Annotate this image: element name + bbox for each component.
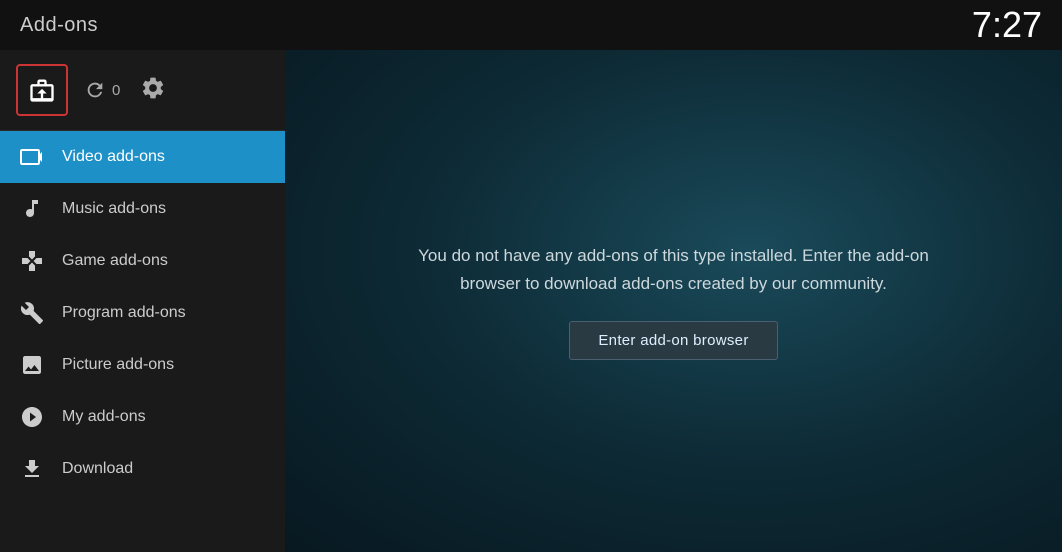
sidebar-item-label-picture: Picture add-ons <box>62 356 174 374</box>
addon-box-icon <box>28 76 56 104</box>
sidebar-item-label-music: Music add-ons <box>62 200 166 218</box>
game-icon <box>20 249 44 273</box>
sidebar-item-label-game: Game add-ons <box>62 252 168 270</box>
sidebar-item-myaddon[interactable]: My add-ons <box>0 391 285 443</box>
sidebar-item-picture[interactable]: Picture add-ons <box>0 339 285 391</box>
sidebar-nav: Video add-ons Music add-ons Game add-ons <box>0 131 285 552</box>
sidebar-item-label-download: Download <box>62 460 133 478</box>
sidebar-toolbar: 0 <box>0 50 285 131</box>
download-icon <box>20 457 44 481</box>
sidebar-item-label-program: Program add-ons <box>62 304 186 322</box>
video-icon <box>20 145 44 169</box>
sidebar-item-label-video: Video add-ons <box>62 148 165 166</box>
sidebar-item-music[interactable]: Music add-ons <box>0 183 285 235</box>
picture-icon <box>20 353 44 377</box>
refresh-icon <box>84 79 106 101</box>
refresh-count: 0 <box>112 82 120 99</box>
sidebar-item-label-myaddon: My add-ons <box>62 408 146 426</box>
music-icon <box>20 197 44 221</box>
top-bar: Add-ons 7:27 <box>0 0 1062 50</box>
sidebar-item-game[interactable]: Game add-ons <box>0 235 285 287</box>
refresh-button[interactable]: 0 <box>84 79 120 101</box>
addon-box-button[interactable] <box>16 64 68 116</box>
page-title: Add-ons <box>20 14 98 37</box>
content-message: You do not have any add-ons of this type… <box>394 242 954 296</box>
sidebar-item-video[interactable]: Video add-ons <box>0 131 285 183</box>
sidebar-item-download[interactable]: Download <box>0 443 285 495</box>
content-area: You do not have any add-ons of this type… <box>285 50 1062 552</box>
settings-gear-icon <box>140 75 166 101</box>
myaddon-icon <box>20 405 44 429</box>
sidebar: 0 Video add-ons Music a <box>0 50 285 552</box>
settings-button[interactable] <box>140 75 166 106</box>
main-content: 0 Video add-ons Music a <box>0 50 1062 552</box>
program-icon <box>20 301 44 325</box>
sidebar-item-program[interactable]: Program add-ons <box>0 287 285 339</box>
clock-display: 7:27 <box>972 4 1042 46</box>
enter-browser-button[interactable]: Enter add-on browser <box>569 321 777 360</box>
